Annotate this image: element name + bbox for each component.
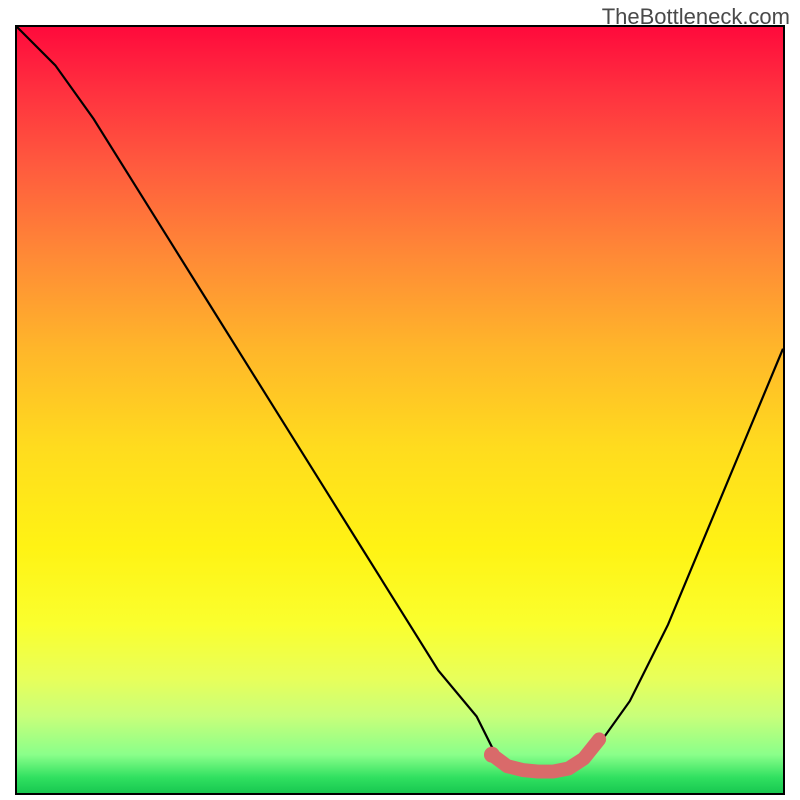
plot-area (15, 25, 785, 795)
watermark-text: TheBottleneck.com (602, 4, 790, 30)
bottleneck-curve-line (17, 27, 783, 774)
optimal-zone-highlight-line (492, 739, 599, 771)
chart-container: TheBottleneck.com (0, 0, 800, 800)
curve-overlay (17, 27, 783, 793)
optimal-zone-start-dot (484, 747, 500, 763)
